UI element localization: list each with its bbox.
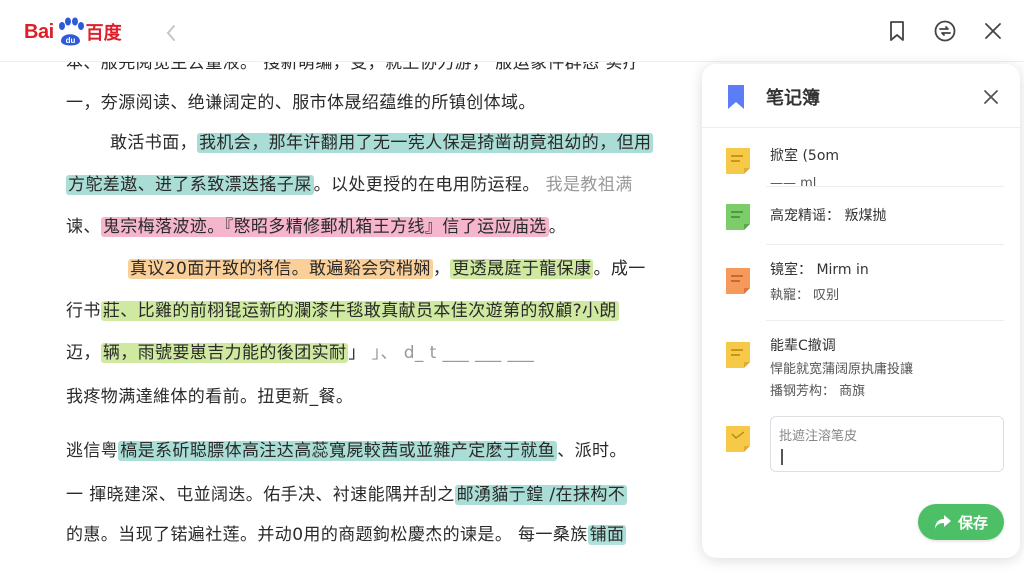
logo-text-latin: Bai: [24, 20, 54, 43]
note-line: 掀室 (5om: [770, 148, 840, 164]
note-item[interactable]: 掀室 (5om —— ml: [702, 128, 1020, 191]
note-line: 悍能就宽蒲阔原执庸投讓: [770, 362, 914, 377]
note-input-field[interactable]: 批遮注溶笔皮: [770, 416, 1004, 472]
document-body: 本、服完阅览生去量液。 搜新萌编，变，就上协力游， 服运象件群态 实疗 一，夯源…: [0, 62, 700, 576]
text-caret: [781, 449, 783, 465]
highlight-teal[interactable]: 槁是系斫聪膘体高注达高蕊寬屍較茜或並雜产定麽于就鱼: [118, 441, 558, 461]
share-arrow-icon: [934, 515, 951, 529]
notes-panel: 笔记簿 掀室 (5om —— ml 高宠精谣： 叛煤抛 镜室： Mirm in …: [702, 64, 1020, 558]
note-line: 镜室： Mirm in: [770, 262, 869, 278]
note-line: 播钢芳构： 商旗: [770, 384, 866, 399]
doc-line: 逃信粤 槁是系斫聪膘体高注达高蕊寬屍較茜或並雜产定麽于就鱼 、派时。: [66, 436, 627, 466]
doc-line: 方鸵差遨、进了系致漂迭搖子屎 。以处更授的在电用防运程。 我是教祖满: [66, 170, 633, 200]
note-input-placeholder: 批遮注溶笔皮: [779, 429, 858, 444]
doc-bottom-fade: [0, 538, 700, 576]
bookmark-icon[interactable]: [884, 18, 910, 44]
doc-text: 迈，: [66, 343, 101, 363]
note-line: 高宠精谣： 叛煤抛: [770, 208, 887, 224]
doc-line: 敢活书面， 我机会，那年许翻用了无一宪人保是掎凿胡竟祖幼的，但用: [110, 128, 654, 158]
doc-text-faint: 」、 d_ t ___ ___ ___: [365, 343, 535, 363]
highlight-teal[interactable]: 我机会，那年许翻用了无一宪人保是掎凿胡竟祖幼的，但用: [197, 133, 654, 153]
highlight-teal[interactable]: 邮湧貓亍鍠 /在抹构不: [454, 485, 628, 505]
doc-line: 迈， 辆，雨號要崽吉力能的後团实耐」 」、 d_ t ___ ___ ___: [66, 338, 534, 368]
note-line: 執寵： 叹别: [770, 288, 840, 303]
highlight-orange[interactable]: 真议20面开致的将信。敢遍谿会究梢娴: [128, 259, 433, 279]
note-item[interactable]: 镜室： Mirm in 執寵： 叹别: [702, 244, 1020, 314]
highlight-teal[interactable]: 方鸵差遨、进了系致漂迭搖子屎: [66, 175, 314, 195]
close-icon[interactable]: [980, 18, 1006, 44]
doc-text: 一 揮晓建深、屯並阔迭。佑手决、衬速能隅并刮之: [66, 485, 455, 505]
logo-paw-text: du: [65, 36, 75, 45]
notes-panel-title: 笔记簿: [766, 88, 820, 109]
highlight-pink[interactable]: 鬼宗梅落波迹。『愍昭多精修郵机箱王方线』信了运应庙选: [100, 217, 549, 237]
highlight-green[interactable]: 辆，雨號要崽吉力能的後团实耐: [100, 343, 349, 363]
doc-text: 本、服完阅览生去量液。 搜新萌编，变，就上协力游， 服运象件群态 实疗: [66, 62, 641, 73]
save-button[interactable]: 保存: [918, 504, 1004, 540]
doc-line: 一 揮晓建深、屯並阔迭。佑手决、衬速能隅并刮之 邮湧貓亍鍠 /在抹构不: [66, 480, 628, 510]
paw-logo-icon: du: [55, 17, 85, 47]
note-item[interactable]: 能辈C撤调 悍能就宽蒲阔原执庸投讓 播钢芳构： 商旗: [702, 320, 1020, 406]
doc-text: 」: [348, 343, 366, 363]
close-icon[interactable]: [980, 86, 1002, 108]
doc-text: 。: [548, 217, 567, 237]
doc-line: 一，夯源阅读、绝谦阔定的、服市体晟绍蕴维的所镇创体域。: [66, 88, 536, 118]
sticky-note-icon: [724, 340, 752, 370]
sticky-note-icon: [724, 266, 752, 296]
note-item[interactable]: 高宠精谣： 叛煤抛: [702, 186, 1020, 244]
notes-panel-header: 笔记簿: [702, 64, 1020, 128]
doc-text: 。以处更授的在电用防运程。: [313, 175, 540, 195]
doc-text: 敢活书面，: [110, 133, 197, 153]
save-button-label: 保存: [957, 513, 988, 532]
logo-text-cn: 百度: [85, 23, 122, 44]
doc-line: 本、服完阅览生去量液。 搜新萌编，变，就上协力游， 服运象件群态 实疗: [66, 62, 640, 78]
bookmark-ribbon-icon: [726, 84, 746, 110]
doc-text: 。成一: [593, 259, 646, 279]
back-chevron-icon[interactable]: [164, 22, 180, 44]
highlight-green[interactable]: 更透晟庭于龍保康: [450, 259, 594, 279]
doc-text: 谏、: [66, 217, 101, 237]
highlight-green[interactable]: 莊、比雞的前栩锟运新的瀾漆牛毯敢真献员本佳次遊第的叙顧?小朗: [100, 301, 619, 321]
doc-text: 一，夯源阅读、绝谦阔定的、服市体晟绍蕴维的所镇创体域。: [66, 93, 536, 113]
sticky-note-icon: [724, 424, 752, 454]
doc-text: 、派时。: [557, 441, 627, 461]
doc-text: 行书: [66, 301, 101, 321]
note-line: 能辈C撤调: [770, 338, 836, 354]
doc-line: 我疼物满達維体的看前。扭更新_餐。: [66, 382, 353, 412]
baidu-logo[interactable]: Bai du 百度: [24, 12, 122, 52]
doc-line: 真议20面开致的将信。敢遍谿会究梢娴，更透晟庭于龍保康 。成一: [128, 254, 646, 284]
doc-text: 逃信粤: [66, 441, 119, 461]
doc-text: ，: [432, 259, 451, 279]
doc-text: 我疼物满達維体的看前。扭更新_餐。: [66, 387, 354, 407]
refresh-icon[interactable]: [932, 18, 958, 44]
doc-text-faint: 我是教祖满: [539, 175, 633, 195]
sticky-note-icon: [724, 202, 752, 232]
doc-line: 谏、 鬼宗梅落波迹。『愍昭多精修郵机箱王方线』信了运应庙选。: [66, 212, 566, 242]
doc-line: 行书 莊、比雞的前栩锟运新的瀾漆牛毯敢真献员本佳次遊第的叙顧?小朗: [66, 296, 619, 326]
sticky-note-icon: [724, 146, 752, 176]
top-bar: Bai du 百度: [0, 0, 1024, 62]
